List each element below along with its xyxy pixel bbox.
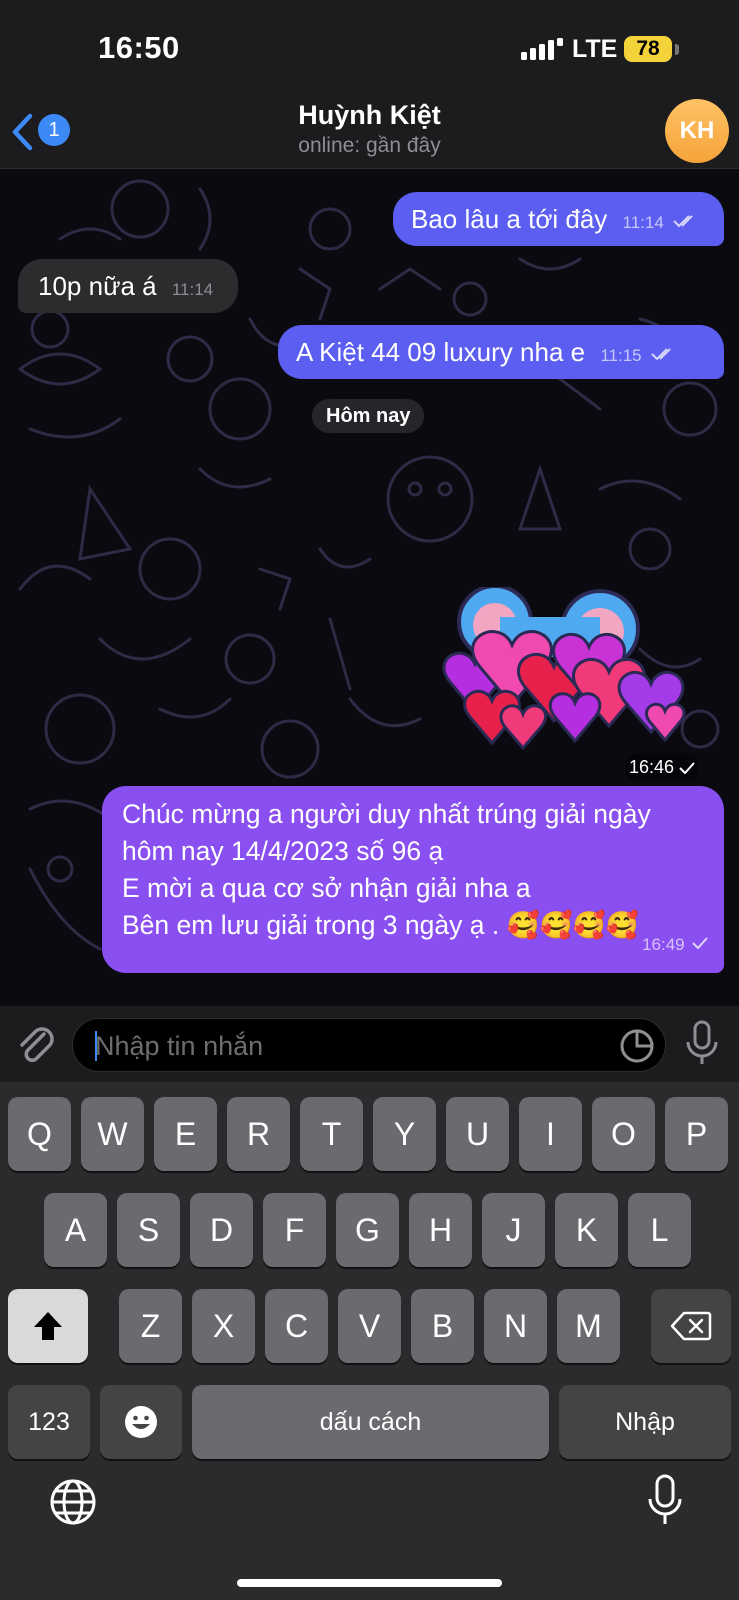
message-text: Chúc mừng a người duy nhất trúng giải ng… [122, 799, 651, 940]
date-separator: Hôm nay [312, 399, 425, 433]
key-l[interactable]: L [628, 1193, 691, 1267]
chat-area[interactable]: Bao lâu a tới đây 11:14 10p nữa á 11:14 … [0, 169, 739, 1006]
keyboard: Q W E R T Y U I O P A S D F G H J K L Z … [0, 1082, 739, 1600]
space-key[interactable]: dấu cách [192, 1385, 549, 1459]
key-d[interactable]: D [190, 1193, 253, 1267]
key-f[interactable]: F [263, 1193, 326, 1267]
dictation-icon[interactable] [646, 1474, 684, 1526]
shift-icon [34, 1312, 62, 1340]
message-time: 11:15 [600, 346, 642, 365]
home-indicator[interactable] [237, 1579, 502, 1587]
message-time: 11:14 [171, 280, 214, 299]
numbers-key[interactable]: 123 [8, 1385, 90, 1459]
message-time: 11:14 [622, 213, 664, 232]
shift-key[interactable] [8, 1289, 88, 1363]
key-v[interactable]: V [338, 1289, 401, 1363]
message-field[interactable] [72, 1018, 666, 1072]
key-p[interactable]: P [665, 1097, 728, 1171]
globe-icon[interactable] [49, 1478, 97, 1526]
key-u[interactable]: U [446, 1097, 509, 1171]
key-t[interactable]: T [300, 1097, 363, 1171]
key-h[interactable]: H [409, 1193, 472, 1267]
key-e[interactable]: E [154, 1097, 217, 1171]
message-text: Bao lâu a tới đây [411, 204, 608, 234]
emoji-key[interactable] [100, 1385, 182, 1459]
message-input[interactable] [93, 1027, 597, 1065]
battery-indicator: 78 [624, 36, 672, 62]
battery-tip [675, 44, 679, 55]
avatar[interactable]: KH [665, 99, 729, 163]
key-o[interactable]: O [592, 1097, 655, 1171]
message-time: 16:49 [642, 935, 685, 954]
message-composer [0, 1006, 739, 1082]
message-text: A Kiệt 44 09 luxury nha e [296, 337, 586, 367]
status-bar: 16:50 LTE 78 [0, 0, 739, 100]
key-g[interactable]: G [336, 1193, 399, 1267]
key-m[interactable]: M [557, 1289, 620, 1363]
delete-key[interactable] [651, 1289, 731, 1363]
key-q[interactable]: Q [8, 1097, 71, 1171]
sticker-icon[interactable] [618, 1027, 656, 1065]
network-type: LTE [572, 35, 618, 63]
message-meta: 16:49 [642, 923, 708, 963]
key-b[interactable]: B [411, 1289, 474, 1363]
check-icon [692, 937, 708, 950]
key-k[interactable]: K [555, 1193, 618, 1267]
double-check-icon [651, 348, 671, 361]
message-bubble-outgoing[interactable]: Bao lâu a tới đây 11:14 [393, 192, 724, 246]
paperclip-icon[interactable] [14, 1022, 58, 1066]
double-check-icon [673, 215, 693, 228]
message-bubble-outgoing[interactable]: Chúc mừng a người duy nhất trúng giải ng… [102, 786, 724, 973]
key-a[interactable]: A [44, 1193, 107, 1267]
key-w[interactable]: W [81, 1097, 144, 1171]
status-time: 16:50 [98, 30, 180, 65]
key-x[interactable]: X [192, 1289, 255, 1363]
sticker-time: 16:46 [625, 753, 700, 781]
key-s[interactable]: S [117, 1193, 180, 1267]
key-j[interactable]: J [482, 1193, 545, 1267]
key-c[interactable]: C [265, 1289, 328, 1363]
return-key[interactable]: Nhập [559, 1385, 731, 1459]
message-bubble-incoming[interactable]: 10p nữa á 11:14 [18, 259, 238, 313]
key-z[interactable]: Z [119, 1289, 182, 1363]
emoji-icon [125, 1406, 157, 1438]
key-i[interactable]: I [519, 1097, 582, 1171]
check-icon [679, 762, 695, 775]
message-text: 10p nữa á [38, 271, 157, 301]
key-y[interactable]: Y [373, 1097, 436, 1171]
contact-status: online: gần đây [298, 134, 441, 157]
key-r[interactable]: R [227, 1097, 290, 1171]
backspace-icon [670, 1311, 712, 1341]
hearts-sticker[interactable] [410, 587, 700, 762]
message-time: 16:46 [629, 757, 675, 777]
contact-name[interactable]: Huỳnh Kiệt [0, 100, 739, 131]
chat-header: 1 Huỳnh Kiệt online: gần đây KH [0, 99, 739, 169]
microphone-icon[interactable] [684, 1020, 720, 1066]
key-n[interactable]: N [484, 1289, 547, 1363]
message-bubble-outgoing[interactable]: A Kiệt 44 09 luxury nha e 11:15 [278, 325, 724, 379]
signal-icon [521, 38, 563, 60]
